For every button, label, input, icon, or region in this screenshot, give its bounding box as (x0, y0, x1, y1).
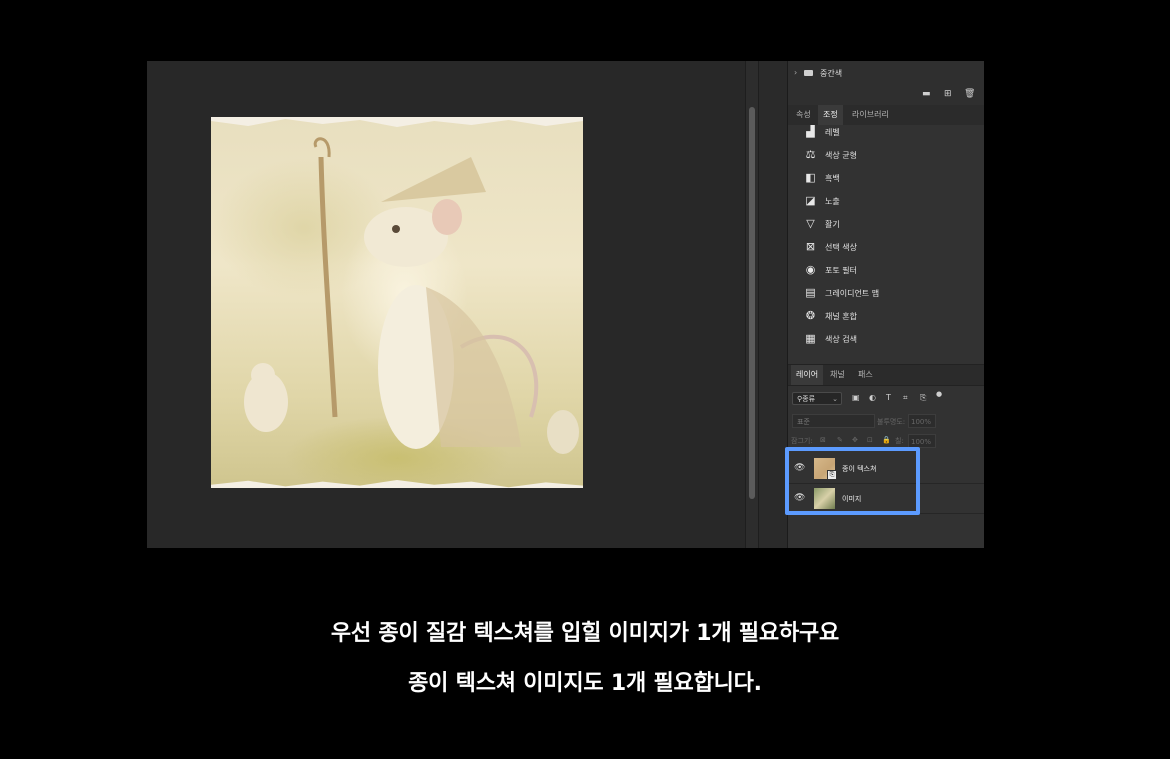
lock-artboard-icon[interactable]: ⊡ (867, 436, 873, 444)
adjustment-color-balance[interactable]: ⚖ 색상 균형 (788, 144, 984, 167)
adjustment-channel-mixer[interactable]: ❂ 채널 혼합 (788, 305, 984, 328)
vibrance-icon: ▽ (806, 217, 815, 230)
adjustment-label: 채널 혼합 (825, 312, 857, 321)
scrollbar-thumb[interactable] (749, 107, 755, 499)
layers-highlight-box (785, 447, 920, 515)
adjustment-label: 그레이디언트 맵 (825, 289, 880, 298)
lock-position-icon[interactable]: ✥ (852, 436, 858, 444)
lock-all-icon[interactable]: 🔒 (882, 436, 891, 444)
lock-paint-icon[interactable]: ✎ (837, 436, 843, 444)
selective-color-icon: ⊠ (805, 240, 816, 253)
filter-kind-label: 종류 (802, 395, 816, 403)
opacity-label: 불투명도: (877, 418, 906, 426)
adjustment-vibrance[interactable]: ▽ 활기 (788, 213, 984, 236)
new-folder-icon[interactable]: ▬ (922, 89, 931, 99)
group-actions-bar: ▬ ⊞ 🗑 (788, 85, 984, 106)
filter-kind-select[interactable]: ⚲종류 ⌄ (792, 392, 842, 405)
black-white-icon: ◧ (805, 171, 816, 184)
layer-filter-row: ⚲종류 ⌄ ▣ ◐ T ⌗ ⎘ ● (788, 390, 984, 410)
canvas-area[interactable] (147, 61, 745, 548)
adjustment-label: 활기 (825, 220, 840, 229)
tab-layers[interactable]: 레이어 (791, 365, 824, 385)
lock-label: 잠그기: (791, 437, 813, 445)
adjustment-filter-icon[interactable]: ◐ (869, 393, 876, 402)
adjustment-label: 포토 필터 (825, 266, 857, 275)
caption-line-1: 우선 종이 질감 텍스쳐를 입힐 이미지가 1개 필요하구요 (330, 621, 840, 646)
opacity-input[interactable]: 100% (908, 414, 936, 428)
folder-icon (804, 70, 813, 76)
tab-paths[interactable]: 패스 (853, 365, 878, 385)
caption-line-2: 종이 텍스쳐 이미지도 1개 필요합니다. (408, 671, 762, 696)
adjustment-black-white[interactable]: ◧ 흑백 (788, 167, 984, 190)
adjustment-photo-filter[interactable]: ◉ 포토 필터 (788, 259, 984, 282)
panel-dock-strip (759, 61, 788, 548)
adjustment-label: 레벨 (825, 128, 840, 137)
group-name: 중간색 (820, 69, 843, 78)
gradient-map-icon: ▤ (805, 286, 816, 299)
layers-tabs: 레이어 채널 패스 (788, 364, 984, 386)
adjustment-label: 노출 (825, 197, 840, 206)
color-balance-icon: ⚖ (805, 148, 816, 161)
adjustment-levels[interactable]: ▟ 레벨 (788, 125, 984, 144)
pixel-filter-icon[interactable]: ▣ (852, 393, 860, 402)
channel-mixer-icon: ❂ (805, 309, 816, 322)
adjustment-exposure[interactable]: ◪ 노출 (788, 190, 984, 213)
new-layer-icon[interactable]: ⊞ (944, 89, 952, 99)
smart-object-filter-icon[interactable]: ⎘ (920, 393, 926, 403)
chevron-down-icon: ⌄ (832, 395, 838, 403)
lock-pixels-icon[interactable]: ⊠ (820, 436, 826, 444)
tab-channels[interactable]: 채널 (825, 365, 850, 385)
blend-mode-select[interactable]: 표준 (792, 414, 875, 428)
color-lookup-icon: ▦ (805, 332, 816, 345)
expand-chevron-icon[interactable]: › (794, 68, 797, 77)
adjustment-color-lookup[interactable]: ▦ 색상 검색 (788, 328, 984, 351)
vertical-scrollbar[interactable] (745, 61, 759, 548)
tab-properties[interactable]: 속성 (791, 105, 816, 125)
adjustment-label: 선택 색상 (825, 243, 857, 252)
adjustment-label: 색상 검색 (825, 335, 857, 344)
mouse-wizard-illustration (244, 137, 579, 454)
layer-group-row[interactable]: › 중간색 (788, 61, 984, 86)
levels-icon: ▟ (806, 125, 815, 138)
delete-icon[interactable]: 🗑 (964, 89, 975, 99)
photo-filter-icon: ◉ (805, 263, 816, 276)
exposure-icon: ◪ (805, 194, 816, 207)
blend-row: 표준 불투명도: 100% (788, 414, 984, 430)
fill-label: 칠: (895, 437, 904, 445)
fill-input[interactable]: 100% (908, 434, 936, 448)
properties-tabs: 속성 조정 라이브러리 (788, 105, 984, 126)
adjustment-selective-color[interactable]: ⊠ 선택 색상 (788, 236, 984, 259)
adjustments-list: ▟ 레벨 ⚖ 색상 균형 ◧ 흑백 ◪ 노출 ▽ 활기 ⊠ 선택 색상 ◉ 포토… (788, 125, 984, 362)
document-artwork[interactable] (211, 117, 583, 488)
filter-toggle-icon[interactable]: ● (936, 390, 942, 398)
shape-filter-icon[interactable]: ⌗ (903, 393, 908, 403)
type-filter-icon[interactable]: T (886, 393, 891, 402)
adjustment-label: 흑백 (825, 174, 840, 183)
tab-libraries[interactable]: 라이브러리 (847, 105, 894, 125)
adjustment-label: 색상 균형 (825, 151, 857, 160)
adjustment-gradient-map[interactable]: ▤ 그레이디언트 맵 (788, 282, 984, 305)
tab-adjustments[interactable]: 조정 (818, 105, 843, 125)
